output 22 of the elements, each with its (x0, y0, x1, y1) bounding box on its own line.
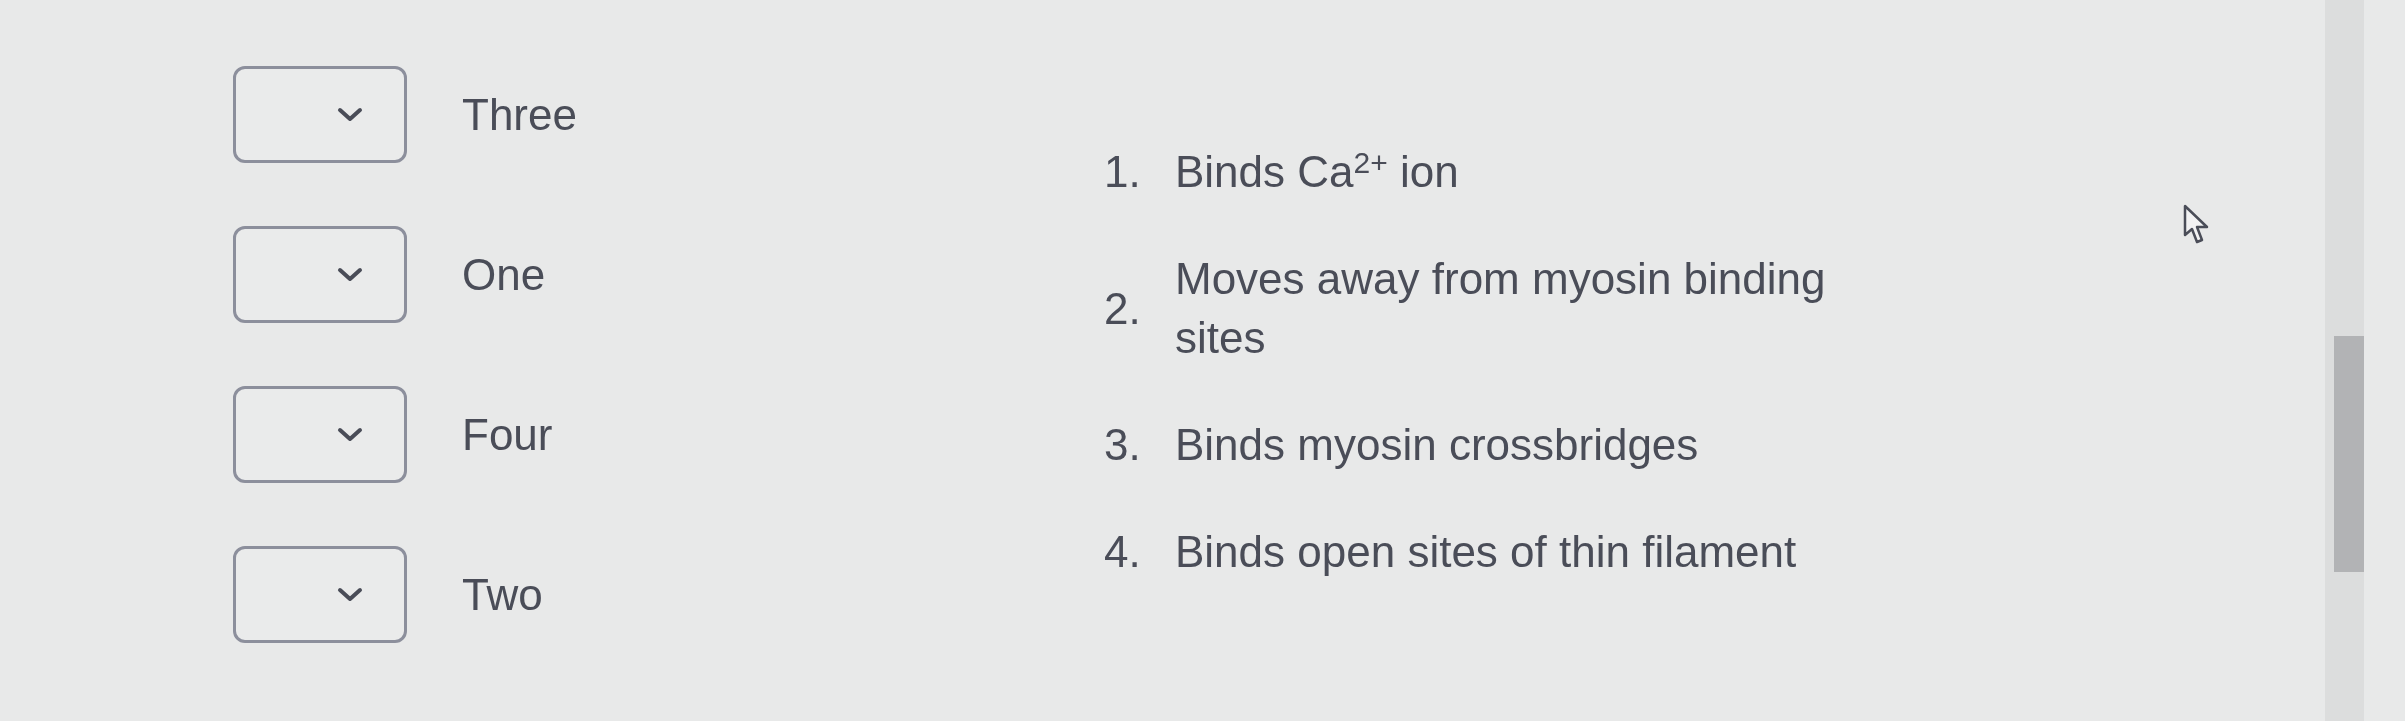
option-text: Binds Ca$^{2+}$ ion (1175, 145, 1459, 198)
answer-dropdown[interactable] (233, 386, 407, 483)
chevron-down-icon (337, 587, 363, 602)
prompt-label: Four (462, 408, 553, 461)
scrollbar-thumb[interactable] (2334, 336, 2364, 572)
answer-dropdown[interactable] (233, 226, 407, 323)
list-number: 2. (1104, 282, 1142, 335)
answer-dropdown[interactable] (233, 66, 407, 163)
chevron-down-icon (337, 267, 363, 282)
list-number: 1. (1104, 146, 1142, 198)
chevron-down-icon (337, 107, 363, 122)
mouse-pointer-icon (2183, 204, 2210, 245)
answer-dropdown[interactable] (233, 546, 407, 643)
prompt-label: Two (462, 568, 543, 621)
chevron-down-icon (337, 427, 363, 442)
option-text: Moves away from myosin binding sites (1175, 253, 1827, 364)
option-text: Binds myosin crossbridges (1175, 419, 1699, 471)
prompt-label: Three (462, 88, 577, 141)
list-number: 3. (1104, 419, 1142, 471)
list-number: 4. (1104, 526, 1142, 578)
prompt-label: One (462, 248, 546, 301)
option-text: Binds open sites of thin filament (1175, 526, 1797, 578)
